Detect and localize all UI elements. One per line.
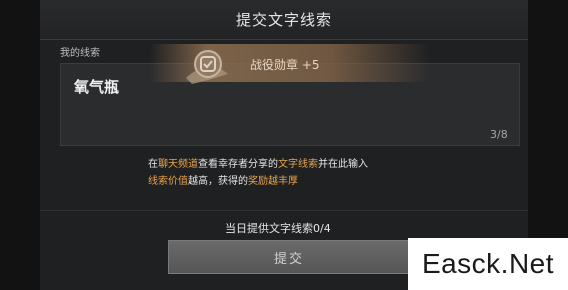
hint-part: 查看幸存者分享的 <box>198 159 278 170</box>
hint-highlight-reward: 奖励越丰厚 <box>248 176 298 187</box>
dialog-title: 提交文字线索 <box>235 11 332 29</box>
left-edge <box>0 0 40 290</box>
reward-text: 战役勋章 +5 <box>250 58 320 72</box>
clue-field-label: 我的线索 <box>60 48 100 59</box>
daily-clue-count: 当日提供文字线索0/4 <box>225 222 331 235</box>
medal-icon <box>186 50 228 84</box>
watermark: Easck.Net <box>408 238 568 290</box>
submit-button[interactable]: 提交 <box>168 240 410 274</box>
dialog-header: 提交文字线索 <box>40 0 528 40</box>
hint-text: 在聊天频道查看幸存者分享的文字线索并在此输入 线索价值越高，获得的奖励越丰厚 <box>148 156 448 190</box>
hint-highlight-chat-channel: 聊天频道 <box>158 159 198 170</box>
clue-input-value: 氧气瓶 <box>74 78 120 96</box>
hint-part: 在 <box>148 159 158 170</box>
hint-highlight-clue-value: 线索价值 <box>148 176 188 187</box>
divider <box>40 210 528 211</box>
watermark-text: Easck.Net <box>421 248 555 279</box>
hint-part: 越高，获得的 <box>188 176 248 187</box>
hint-part: 并在此输入 <box>318 159 368 170</box>
character-counter: 3/8 <box>490 128 508 141</box>
hint-highlight-text-clue: 文字线索 <box>278 159 318 170</box>
submit-button-label: 提交 <box>273 251 304 267</box>
